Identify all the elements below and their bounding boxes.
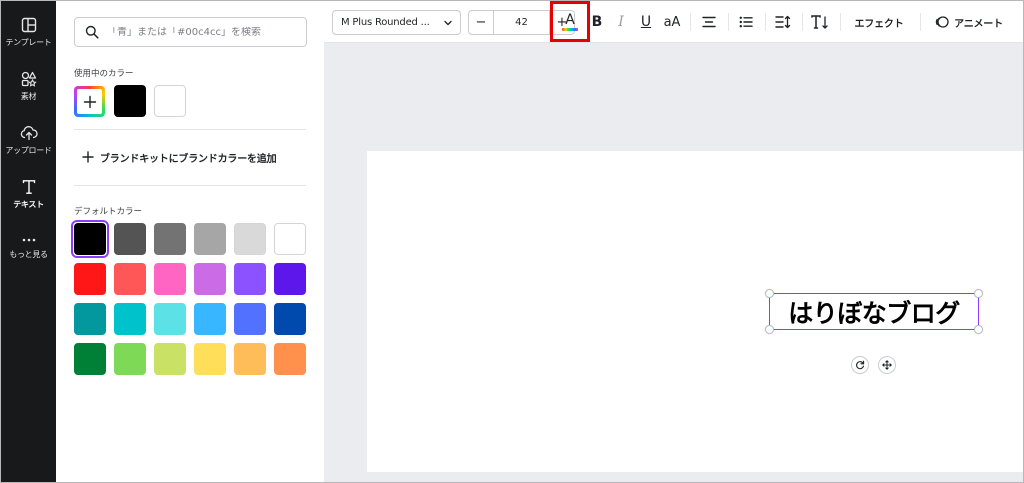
resize-handle-top-left[interactable] — [765, 289, 774, 298]
add-brand-colors-button[interactable]: ブランドキットにブランドカラーを追加 — [82, 147, 277, 167]
sidebar-item-templates[interactable]: テンプレート — [1, 15, 56, 69]
sidebar-item-label: 素材 — [20, 92, 37, 101]
animate-button[interactable]: アニメート — [927, 9, 1011, 35]
canvas-text[interactable]: はりぼなブログ — [770, 294, 978, 329]
sidebar-item-label: テンプレート — [5, 38, 52, 47]
default-color-swatch[interactable] — [154, 343, 186, 375]
default-color-swatch[interactable] — [154, 303, 186, 335]
side-nav: テンプレート 素材 アップロード テキスト もっと見る — [1, 1, 56, 482]
italic-button[interactable]: I — [611, 9, 631, 35]
font-size-input[interactable]: 42 — [493, 11, 550, 34]
effects-button[interactable]: エフェクト — [846, 9, 912, 35]
color-search[interactable] — [74, 17, 307, 47]
default-color-swatch[interactable] — [274, 303, 306, 335]
sidebar-item-label: アップロード — [5, 146, 52, 155]
toolbar-divider — [920, 13, 921, 31]
default-color-swatch[interactable] — [194, 263, 226, 295]
used-color-swatch[interactable] — [114, 85, 146, 117]
default-color-swatch[interactable] — [71, 220, 109, 258]
text-icon — [22, 180, 35, 194]
plus-icon — [82, 151, 94, 163]
list-button[interactable] — [734, 9, 758, 35]
font-size-decrease-button[interactable]: − — [469, 11, 493, 34]
default-color-swatch[interactable] — [154, 223, 186, 255]
default-color-swatch[interactable] — [234, 343, 266, 375]
bold-button[interactable]: B — [587, 9, 607, 35]
more-icon — [22, 238, 35, 242]
sidebar-item-more[interactable]: もっと見る — [1, 233, 56, 287]
vertical-text-icon — [811, 15, 828, 29]
vertical-text-button[interactable] — [808, 9, 832, 35]
toolbar-divider — [802, 13, 803, 31]
animate-label: アニメート — [954, 18, 1003, 30]
used-color-swatch[interactable] — [154, 85, 186, 117]
default-color-swatch[interactable] — [114, 263, 146, 295]
divider — [74, 185, 306, 186]
upload-icon — [20, 126, 38, 141]
line-spacing-icon — [775, 15, 791, 29]
sidebar-item-label: テキスト — [13, 200, 44, 209]
color-search-input[interactable] — [107, 26, 302, 38]
chevron-down-icon — [444, 20, 452, 25]
default-color-swatch[interactable] — [114, 303, 146, 335]
default-color-swatch[interactable] — [274, 223, 306, 255]
default-color-swatch[interactable] — [74, 303, 106, 335]
default-color-swatch[interactable] — [274, 343, 306, 375]
toolbar-divider — [690, 13, 691, 31]
default-color-swatch[interactable] — [74, 263, 106, 295]
default-color-swatch[interactable] — [194, 303, 226, 335]
text-color-highlight — [550, 1, 590, 42]
elements-icon — [21, 71, 37, 87]
font-family-value: M Plus Rounded ... — [341, 17, 430, 28]
used-colors-title: 使用中のカラー — [74, 69, 134, 79]
default-color-swatch[interactable] — [194, 223, 226, 255]
sidebar-item-label: もっと見る — [9, 250, 48, 259]
canvas-workspace: はりぼなブログ — [324, 43, 1023, 482]
sidebar-item-text[interactable]: テキスト — [1, 177, 56, 231]
color-panel: 使用中のカラー ブランドキットにブランドカラーを追加 デフォルトカラー — [56, 1, 324, 482]
move-icon — [882, 360, 892, 370]
default-color-swatch[interactable] — [74, 343, 106, 375]
spacing-button[interactable] — [771, 9, 795, 35]
template-icon — [21, 17, 36, 33]
plus-icon — [83, 95, 96, 108]
default-color-swatch[interactable] — [154, 263, 186, 295]
sidebar-item-uploads[interactable]: アップロード — [1, 123, 56, 177]
default-color-swatch[interactable] — [234, 223, 266, 255]
default-color-swatch[interactable] — [194, 343, 226, 375]
bullet-list-icon — [739, 16, 753, 28]
selected-text-box[interactable]: はりぼなブログ — [765, 289, 983, 334]
sidebar-item-elements[interactable]: 素材 — [1, 69, 56, 123]
toolbar-divider — [765, 13, 766, 31]
default-color-swatch[interactable] — [234, 303, 266, 335]
add-brand-colors-label: ブランドキットにブランドカラーを追加 — [100, 153, 277, 165]
rotate-button[interactable] — [851, 356, 869, 374]
rotate-icon — [856, 360, 865, 370]
text-toolbar: M Plus Rounded ... − 42 + A B I U aA エフェ… — [324, 1, 1023, 43]
default-color-swatch[interactable] — [274, 263, 306, 295]
resize-handle-bottom-right[interactable] — [974, 325, 983, 334]
default-colors-title: デフォルトカラー — [74, 207, 143, 217]
resize-handle-bottom-left[interactable] — [765, 325, 774, 334]
add-color-button[interactable] — [74, 86, 105, 117]
underline-button[interactable]: U — [636, 9, 656, 35]
design-page[interactable]: はりぼなブログ — [367, 151, 1023, 472]
move-button[interactable] — [878, 356, 896, 374]
default-color-swatch[interactable] — [114, 343, 146, 375]
effects-label: エフェクト — [854, 18, 904, 30]
align-button[interactable] — [697, 9, 721, 35]
animate-icon — [935, 16, 949, 28]
search-icon — [85, 25, 99, 39]
resize-handle-top-right[interactable] — [974, 289, 983, 298]
default-color-swatch[interactable] — [114, 223, 146, 255]
app-window: テンプレート 素材 アップロード テキスト もっと見る 「青」または「#00c4… — [0, 0, 1024, 483]
divider — [74, 129, 306, 130]
letter-case-button[interactable]: aA — [661, 9, 683, 35]
align-center-icon — [702, 16, 716, 28]
font-family-dropdown[interactable]: M Plus Rounded ... — [332, 10, 461, 35]
default-color-swatch[interactable] — [234, 263, 266, 295]
toolbar-divider — [728, 13, 729, 31]
toolbar-divider — [840, 13, 841, 31]
